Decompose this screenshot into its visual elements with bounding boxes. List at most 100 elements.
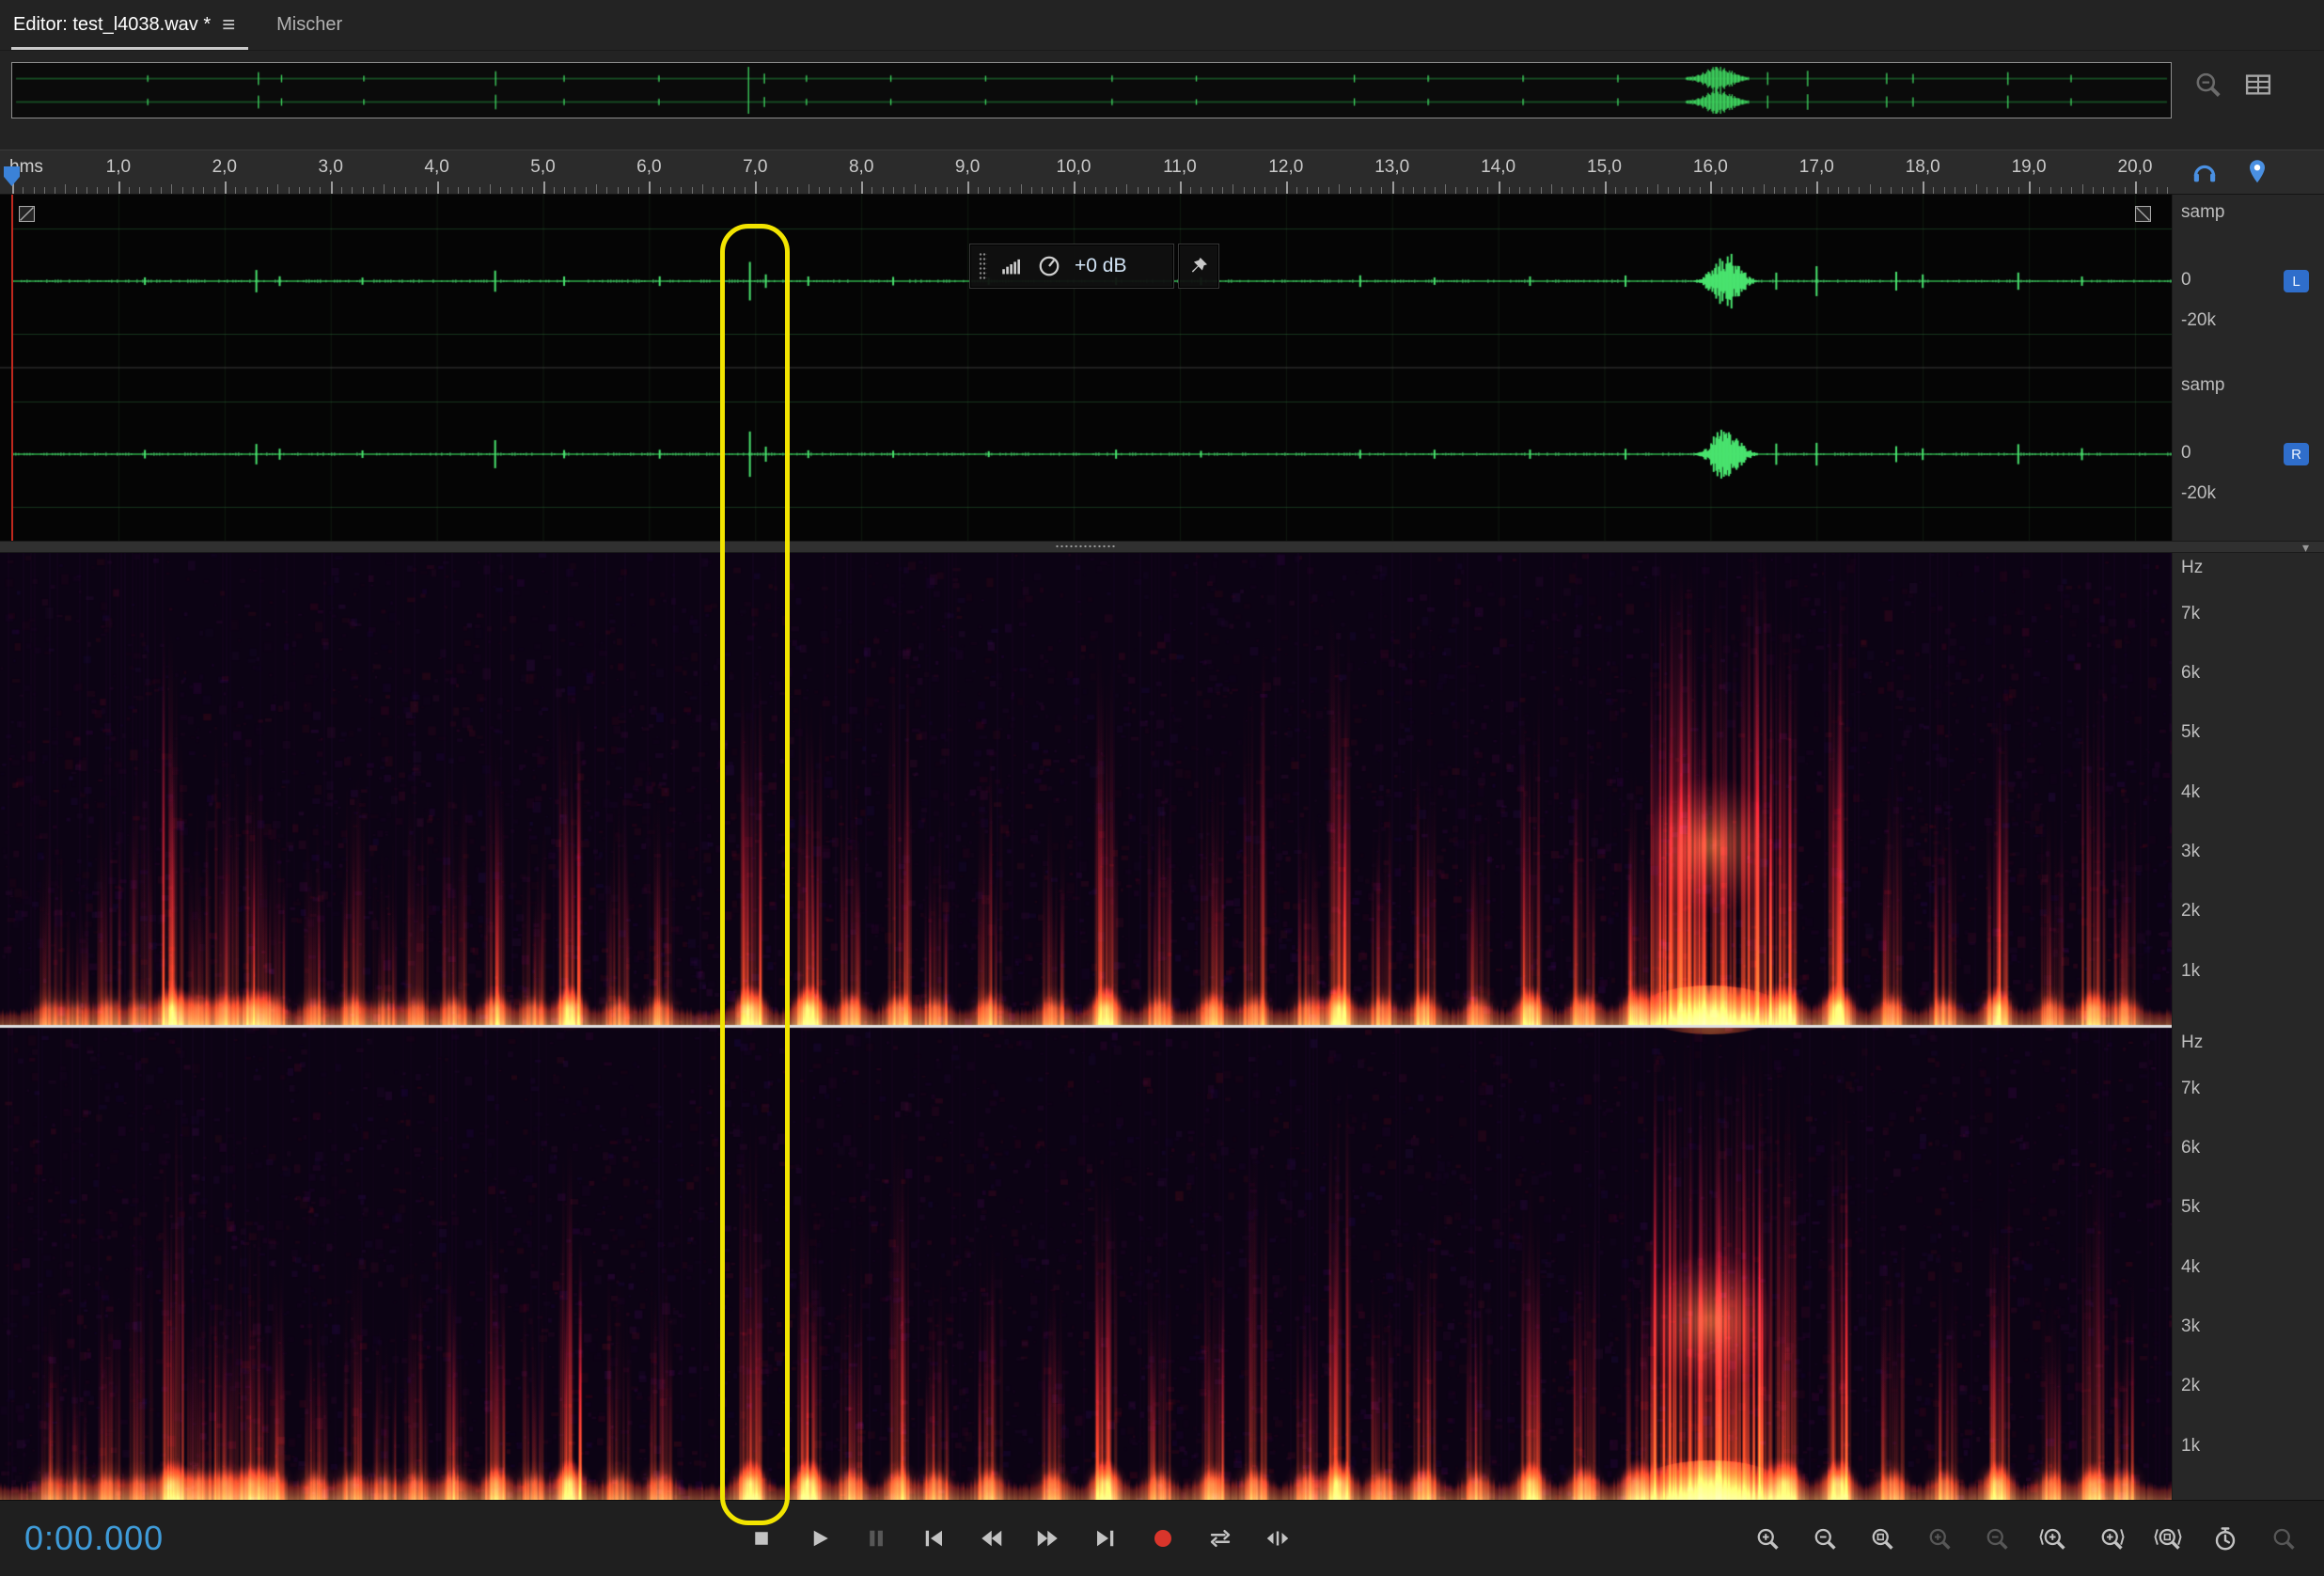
hud-drag-handle[interactable] [979, 252, 987, 280]
zoom-out-amplitude-icon [1982, 1524, 2010, 1552]
tick-mark [1679, 187, 1680, 194]
tab-editor-label: Editor: test_l4038.wav * [13, 14, 211, 36]
timeline-ruler[interactable]: hms 1,02,03,04,05,06,07,08,09,010,011,01… [0, 150, 2172, 195]
collapse-arrow-icon[interactable]: ▾ [2302, 541, 2309, 554]
frequency-label: 4k [2181, 782, 2200, 803]
skip-back-button[interactable] [911, 1516, 956, 1561]
channel-badge-r[interactable]: R [2284, 443, 2309, 465]
zoom-full-selection-button[interactable] [2145, 1516, 2191, 1561]
time-display[interactable]: 0:00.000 [24, 1519, 164, 1558]
channel-badge-l[interactable]: L [2284, 270, 2309, 292]
tick-mark [1509, 187, 1510, 194]
tick-mark [76, 187, 77, 194]
zoom-in-button[interactable] [1744, 1516, 1789, 1561]
tick-mark [1583, 187, 1584, 194]
volume-knob-icon[interactable] [1036, 253, 1062, 279]
tick-mark [1499, 181, 1500, 194]
tick-mark [1455, 187, 1456, 194]
volume-hud[interactable]: +0 dB [970, 244, 1173, 288]
zoom-reset-button[interactable] [2260, 1516, 2305, 1561]
tick-mark [787, 187, 788, 194]
skip-forward-button[interactable] [1083, 1516, 1128, 1561]
panel-splitter[interactable] [0, 541, 2172, 553]
playhead-marker[interactable] [4, 166, 20, 186]
tick-mark [1880, 187, 1881, 194]
hud-volume-value[interactable]: +0 dB [1075, 255, 1126, 277]
tick-mark [2135, 181, 2137, 194]
time-label: 5,0 [530, 157, 555, 178]
spectrogram-display[interactable] [0, 553, 2172, 1500]
play-button[interactable] [796, 1516, 841, 1561]
zoom-in-icon [1752, 1524, 1781, 1552]
tick-mark [2050, 187, 2051, 194]
pause-button[interactable] [854, 1516, 899, 1561]
tick-mark [2008, 187, 2009, 194]
headphones-icon[interactable] [2189, 156, 2221, 188]
zoom-out-icon [1810, 1524, 1838, 1552]
tick-mark [2018, 187, 2019, 194]
tick-mark [309, 187, 310, 194]
overview-navigator[interactable] [11, 62, 2172, 118]
fast-forward-button[interactable] [1026, 1516, 1071, 1561]
time-label: 16,0 [1693, 157, 1728, 178]
zoom-out-full-icon[interactable] [2191, 68, 2224, 102]
tick-mark [999, 187, 1000, 194]
tick-mark [1212, 187, 1213, 194]
fast-forward-icon [1034, 1524, 1062, 1552]
fade-in-handle[interactable] [19, 206, 35, 222]
tick-mark [618, 187, 619, 194]
tick-mark [1753, 187, 1754, 194]
panel-menu-icon[interactable]: ≡ [222, 14, 235, 37]
skip-back-icon [919, 1524, 948, 1552]
tick-mark [426, 187, 427, 194]
zoom-buttons [1744, 1501, 2305, 1576]
tick-mark [1467, 187, 1468, 194]
stop-button[interactable] [739, 1516, 784, 1561]
tick-mark [1647, 187, 1648, 194]
zoom-selection-icon [1867, 1524, 1895, 1552]
tick-mark [1912, 187, 1913, 194]
tick-mark [1286, 181, 1288, 194]
playhead-line[interactable] [11, 195, 13, 541]
panel-grid-icon[interactable] [2241, 68, 2275, 102]
splitter-grip-icon[interactable] [1055, 544, 1117, 549]
tick-mark [1551, 184, 1552, 194]
tick-mark [1095, 187, 1096, 194]
skip-selection-button[interactable] [1255, 1516, 1300, 1561]
pin-icon[interactable] [2241, 156, 2273, 188]
tick-mark [235, 187, 236, 194]
timer-icon [2211, 1524, 2239, 1552]
amplitude-label: 0 [2181, 270, 2191, 291]
tick-mark [1933, 187, 1934, 194]
tick-mark [405, 187, 406, 194]
waveform-display[interactable]: +0 dB [0, 195, 2172, 541]
zoom-selection-button[interactable] [1859, 1516, 1904, 1561]
rewind-button[interactable] [968, 1516, 1013, 1561]
amplitude-label: -20k [2181, 310, 2216, 331]
amplitude-label: 0 [2181, 443, 2191, 464]
hud-pin-button[interactable] [1179, 244, 1218, 288]
tick-mark [1190, 187, 1191, 194]
overview-toolbar [2191, 68, 2275, 102]
tab-editor[interactable]: Editor: test_l4038.wav * ≡ [11, 0, 248, 50]
tab-mixer[interactable]: Mischer [275, 0, 355, 50]
tick-mark [1965, 187, 1966, 194]
zoom-out-amplitude-button[interactable] [1973, 1516, 2018, 1561]
tick-mark [797, 187, 798, 194]
tick-mark [1976, 184, 1977, 194]
record-button[interactable] [1140, 1516, 1186, 1561]
tick-mark [1997, 187, 1998, 194]
tick-mark [1774, 187, 1775, 194]
tick-mark [34, 187, 35, 194]
tick-mark [723, 187, 724, 194]
zoom-in-point-button[interactable] [2031, 1516, 2076, 1561]
tick-mark [437, 181, 439, 194]
timer-button[interactable] [2203, 1516, 2248, 1561]
zoom-in-amplitude-button[interactable] [1916, 1516, 1961, 1561]
zoom-out-point-button[interactable] [2088, 1516, 2133, 1561]
loop-button[interactable] [1198, 1516, 1243, 1561]
tick-mark [734, 187, 735, 194]
transport-bar: 0:00.000 [0, 1500, 2324, 1576]
zoom-out-button[interactable] [1801, 1516, 1846, 1561]
fade-out-handle[interactable] [2135, 206, 2151, 222]
